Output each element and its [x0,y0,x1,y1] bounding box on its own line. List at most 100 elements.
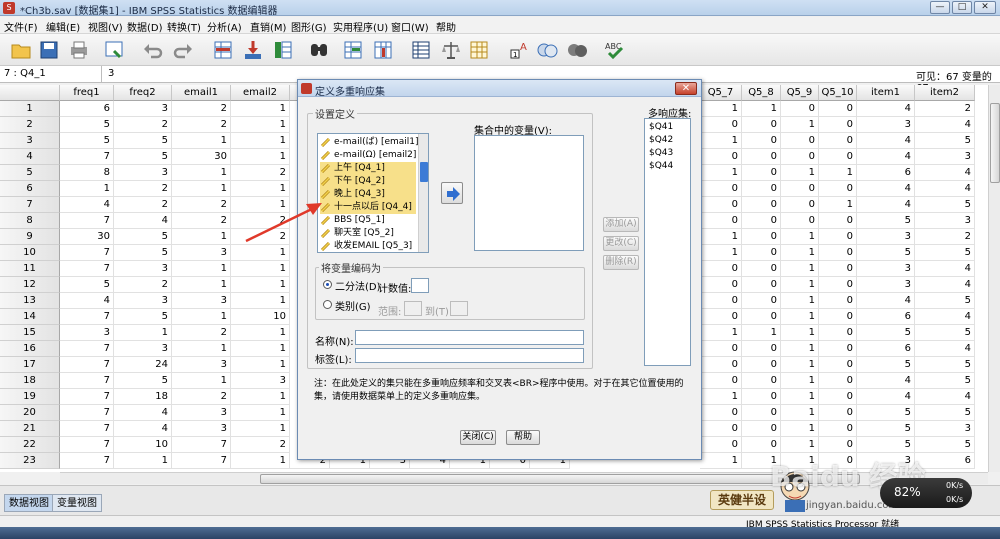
table-cell[interactable]: 7 [60,437,114,453]
dialog-close-button[interactable]: ✕ [675,82,697,95]
table-cell[interactable]: 4 [857,293,915,309]
table-cell[interactable]: 0 [742,261,781,277]
column-header-freq2[interactable]: freq2 [114,85,172,101]
table-cell[interactable]: 0 [742,245,781,261]
table-cell[interactable]: 3 [915,149,975,165]
table-cell[interactable]: 0 [700,373,742,389]
table-cell[interactable]: 1 [781,165,819,181]
save-icon[interactable] [38,39,60,61]
table-cell[interactable]: 2 [172,213,231,229]
table-cell[interactable]: 0 [819,277,857,293]
menu-transform[interactable]: 转换(T) [167,19,201,34]
row-header[interactable]: 5 [0,165,60,181]
table-cell[interactable]: 4 [915,261,975,277]
source-list-scroll-thumb[interactable] [420,162,428,182]
table-cell[interactable]: 0 [700,213,742,229]
table-cell[interactable]: 0 [700,149,742,165]
move-to-set-button[interactable] [441,182,463,204]
table-cell[interactable]: 5 [915,245,975,261]
vars-in-set-list[interactable] [474,135,584,251]
table-cell[interactable]: 5 [915,357,975,373]
vertical-scrollbar[interactable] [988,85,1000,472]
change-set-button[interactable]: 更改(C) [603,236,639,251]
table-cell[interactable]: 1 [231,389,290,405]
table-cell[interactable]: 7 [60,341,114,357]
menu-graphs[interactable]: 图形(G) [291,19,327,34]
range-from-input[interactable] [404,301,422,316]
table-cell[interactable]: 1 [781,341,819,357]
table-cell[interactable]: 0 [819,213,857,229]
table-cell[interactable]: 0 [742,373,781,389]
table-cell[interactable]: 0 [700,197,742,213]
table-cell[interactable]: 7 [60,389,114,405]
table-cell[interactable]: 3 [172,421,231,437]
table-cell[interactable]: 4 [60,293,114,309]
table-cell[interactable]: 1 [231,117,290,133]
dialog-recall-icon[interactable] [104,39,126,61]
column-header-q5-9[interactable]: Q5_9 [781,85,819,101]
table-cell[interactable]: 0 [742,197,781,213]
table-cell[interactable]: 7 [60,213,114,229]
table-cell[interactable]: 5 [915,197,975,213]
table-cell[interactable]: 1 [231,325,290,341]
table-cell[interactable]: 7 [172,453,231,469]
table-cell[interactable]: 1 [231,405,290,421]
table-cell[interactable]: 5 [114,373,172,389]
table-cell[interactable]: 7 [60,357,114,373]
table-cell[interactable]: 0 [742,293,781,309]
column-header-q5-10[interactable]: Q5_10 [819,85,857,101]
row-header[interactable]: 19 [0,389,60,405]
menu-data[interactable]: 数据(D) [127,19,163,34]
table-cell[interactable]: 3 [857,261,915,277]
table-cell[interactable]: 1 [781,437,819,453]
table-cell[interactable]: 0 [819,261,857,277]
table-cell[interactable]: 5 [114,149,172,165]
table-cell[interactable]: 1 [781,357,819,373]
range-to-input[interactable] [450,301,468,316]
table-cell[interactable]: 4 [915,277,975,293]
table-cell[interactable]: 1 [172,277,231,293]
table-cell[interactable]: 5 [114,245,172,261]
row-header[interactable]: 7 [0,197,60,213]
menu-view[interactable]: 视图(V) [88,19,123,34]
table-cell[interactable]: 1 [781,245,819,261]
table-cell[interactable]: 5 [114,133,172,149]
table-cell[interactable]: 1 [781,117,819,133]
table-cell[interactable]: 3 [172,245,231,261]
table-cell[interactable]: 1 [231,149,290,165]
label-input[interactable] [355,348,584,363]
table-cell[interactable]: 1 [742,325,781,341]
table-cell[interactable]: 5 [915,325,975,341]
table-cell[interactable]: 0 [781,133,819,149]
table-cell[interactable]: 0 [742,437,781,453]
table-cell[interactable]: 1 [781,277,819,293]
table-cell[interactable]: 1 [781,261,819,277]
table-cell[interactable]: 5 [857,357,915,373]
table-cell[interactable]: 2 [114,117,172,133]
table-cell[interactable]: 1 [172,261,231,277]
table-cell[interactable]: 18 [114,389,172,405]
table-cell[interactable]: 1 [781,421,819,437]
table-cell[interactable]: 3 [915,213,975,229]
source-variable-item[interactable]: 上午 [Q4_1] [320,162,416,175]
column-header-freq1[interactable]: freq1 [60,85,114,101]
table-cell[interactable]: 3 [114,341,172,357]
corner-header[interactable] [0,85,60,101]
table-cell[interactable]: 1 [700,389,742,405]
table-cell[interactable]: 1 [700,325,742,341]
table-cell[interactable]: 0 [781,213,819,229]
minimize-button[interactable]: — [930,1,950,14]
source-variable-item[interactable]: 下午 [Q4_2] [320,175,416,188]
table-cell[interactable]: 4 [857,101,915,117]
table-cell[interactable]: 3 [231,373,290,389]
goto-case-icon[interactable] [212,39,234,61]
table-cell[interactable]: 3 [114,261,172,277]
table-cell[interactable]: 0 [700,357,742,373]
row-header[interactable]: 23 [0,453,60,469]
table-cell[interactable]: 5 [915,133,975,149]
table-cell[interactable]: 8 [60,165,114,181]
show-all-icon[interactable] [566,39,588,61]
table-cell[interactable]: 5 [857,437,915,453]
mr-set-item[interactable]: $Q43 [647,147,673,160]
table-cell[interactable]: 5 [857,325,915,341]
